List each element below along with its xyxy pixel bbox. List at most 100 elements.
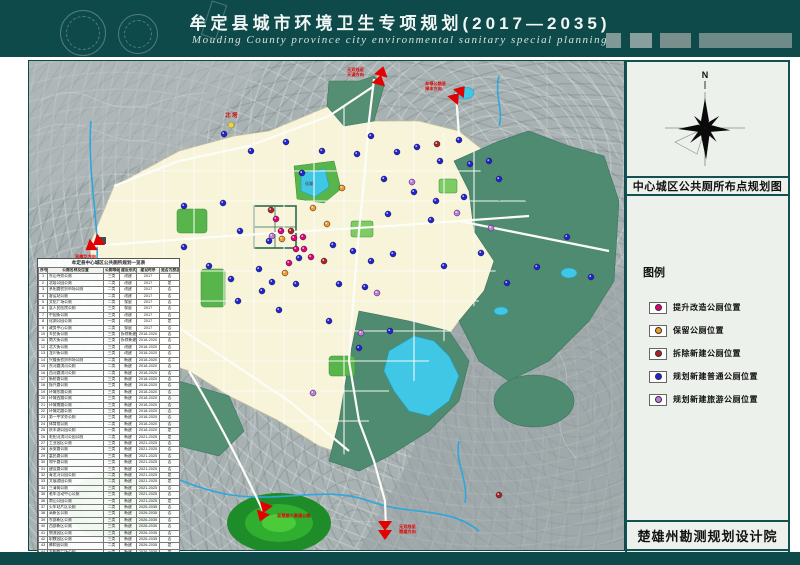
table-cell: 2021-2025: [137, 447, 160, 453]
toilet-marker-purple[interactable]: [310, 390, 316, 396]
table-cell: 2026-2035: [137, 505, 160, 511]
toilet-marker-pink[interactable]: [291, 235, 297, 241]
legend-item-label: 规划新建旅游公厕位置: [673, 394, 758, 405]
toilet-marker-blue[interactable]: [387, 328, 393, 334]
toilet-marker-blue[interactable]: [319, 148, 325, 154]
legend-marker-box: [649, 394, 667, 406]
header-bar: [660, 33, 691, 48]
toilet-marker-blue[interactable]: [276, 307, 282, 313]
table-cell: 拆除新建: [120, 332, 137, 338]
planning-map: 北 塔化湖 元双线至元谋方向牟禄公路至禄丰方向至南华方向至楚雄大高速公路元双线至…: [28, 60, 625, 551]
toilet-marker-blue[interactable]: [414, 144, 420, 150]
legend-item-1: 保留公厕位置: [649, 319, 782, 342]
table-cell: 2021-2025: [137, 434, 160, 440]
toilet-marker-blue[interactable]: [467, 161, 473, 167]
toilet-marker-blue[interactable]: [221, 131, 227, 137]
toilet-marker-red[interactable]: [496, 492, 502, 498]
toilet-marker-orange[interactable]: [279, 236, 285, 242]
table-cell: 2021-2025: [137, 479, 160, 485]
toilet-marker-blue[interactable]: [564, 234, 570, 240]
table-cell: 2018-2020: [137, 364, 160, 370]
toilet-marker-blue[interactable]: [336, 281, 342, 287]
toilet-marker-blue[interactable]: [228, 276, 234, 282]
toilet-marker-blue[interactable]: [428, 217, 434, 223]
page-subtitle: Mouding County province city environment…: [180, 34, 620, 46]
toilet-marker-purple[interactable]: [409, 179, 415, 185]
toilet-marker-blue[interactable]: [269, 279, 275, 285]
legend-marker-box: [649, 302, 667, 314]
toilet-marker-blue[interactable]: [220, 200, 226, 206]
toilet-marker-orange[interactable]: [310, 205, 316, 211]
toilet-marker-blue[interactable]: [368, 258, 374, 264]
toilet-marker-blue[interactable]: [411, 189, 417, 195]
toilet-marker-blue[interactable]: [248, 148, 254, 154]
toilet-marker-blue[interactable]: [394, 149, 400, 155]
table-cell: 2021-2025: [137, 473, 160, 479]
toilet-marker-blue[interactable]: [296, 255, 302, 261]
toilet-marker-blue[interactable]: [461, 194, 467, 200]
toilet-marker-blue[interactable]: [433, 198, 439, 204]
toilet-marker-blue[interactable]: [256, 266, 262, 272]
toilet-marker-blue[interactable]: [330, 242, 336, 248]
toilet-marker-blue[interactable]: [362, 284, 368, 290]
table-cell: 2026-2035: [137, 517, 160, 523]
toilet-marker-blue[interactable]: [486, 158, 492, 164]
toilet-marker-blue[interactable]: [235, 298, 241, 304]
north-tower-poi-icon[interactable]: [228, 122, 234, 128]
toilet-marker-blue[interactable]: [283, 139, 289, 145]
toilet-marker-blue[interactable]: [206, 263, 212, 269]
legend-marker-icon: [655, 373, 662, 380]
toilet-marker-red[interactable]: [288, 228, 294, 234]
table-cell: 2018-2020: [137, 421, 160, 427]
table-cell: 2018-2020: [137, 408, 160, 414]
toilet-marker-pink[interactable]: [286, 260, 292, 266]
toilet-marker-blue[interactable]: [354, 151, 360, 157]
toilet-marker-orange[interactable]: [324, 221, 330, 227]
toilet-marker-blue[interactable]: [356, 345, 362, 351]
toilet-marker-purple[interactable]: [454, 210, 460, 216]
toilet-marker-blue[interactable]: [437, 158, 443, 164]
toilet-marker-blue[interactable]: [385, 211, 391, 217]
toilet-marker-orange[interactable]: [282, 270, 288, 276]
toilet-marker-pink[interactable]: [273, 216, 279, 222]
toilet-marker-blue[interactable]: [237, 228, 243, 234]
north-compass-icon: N: [627, 62, 788, 176]
toilet-marker-orange[interactable]: [339, 185, 345, 191]
toilet-marker-pink[interactable]: [293, 246, 299, 252]
toilet-marker-red[interactable]: [434, 141, 440, 147]
toilet-marker-blue[interactable]: [293, 281, 299, 287]
legend-marker-icon: [655, 304, 662, 311]
table-cell: 2026-2035: [137, 524, 160, 530]
toilet-marker-pink[interactable]: [300, 234, 306, 240]
toilet-marker-purple[interactable]: [269, 233, 275, 239]
toilet-marker-purple[interactable]: [374, 290, 380, 296]
toilet-marker-red[interactable]: [268, 207, 274, 213]
toilet-marker-blue[interactable]: [381, 176, 387, 182]
table-cell: 2018-2020: [137, 396, 160, 402]
toilet-marker-blue[interactable]: [368, 133, 374, 139]
toilet-marker-blue[interactable]: [478, 250, 484, 256]
toilet-marker-pink[interactable]: [301, 246, 307, 252]
toilet-marker-blue[interactable]: [588, 274, 594, 280]
toilet-marker-blue[interactable]: [496, 176, 502, 182]
toilet-marker-pink[interactable]: [278, 228, 284, 234]
table-cell: 2018-2020: [137, 428, 160, 434]
toilet-marker-blue[interactable]: [181, 203, 187, 209]
toilet-marker-blue[interactable]: [390, 251, 396, 257]
toilet-marker-purple[interactable]: [358, 330, 364, 336]
toilet-marker-blue[interactable]: [504, 280, 510, 286]
direction-arrow-label: 禄丰方向: [424, 85, 442, 92]
toilet-marker-blue[interactable]: [441, 263, 447, 269]
toilet-marker-blue[interactable]: [456, 137, 462, 143]
toilet-marker-blue[interactable]: [326, 318, 332, 324]
table-cell: 2018-2020: [137, 344, 160, 350]
toilet-marker-blue[interactable]: [534, 264, 540, 270]
toilet-marker-blue[interactable]: [181, 244, 187, 250]
toilet-marker-red[interactable]: [321, 258, 327, 264]
toilet-marker-blue[interactable]: [350, 248, 356, 254]
toilet-marker-blue[interactable]: [299, 170, 305, 176]
toilet-marker-pink[interactable]: [308, 254, 314, 260]
toilet-marker-blue[interactable]: [259, 288, 265, 294]
toilet-marker-purple[interactable]: [488, 225, 494, 231]
legend-marker-box: [649, 325, 667, 337]
